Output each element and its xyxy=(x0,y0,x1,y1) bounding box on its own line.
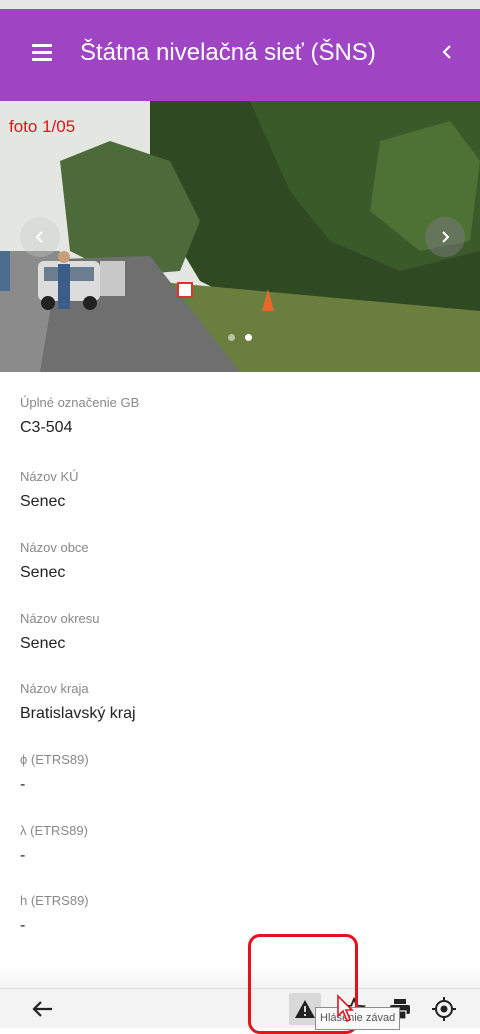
field-district: Názov okresu Senec xyxy=(20,610,99,655)
field-value: Senec xyxy=(20,564,66,581)
field-label: Názov kraja xyxy=(20,681,89,696)
roadside-photo xyxy=(0,101,480,372)
field-label: Úplné označenie GB xyxy=(20,395,140,410)
field-value: Senec xyxy=(20,493,66,510)
field-h-etrs89: h (ETRS89) - xyxy=(20,892,89,937)
bottom-toolbar xyxy=(0,988,480,1028)
locate-button[interactable] xyxy=(428,993,460,1025)
field-label: h (ETRS89) xyxy=(20,893,89,908)
back-arrow-icon[interactable] xyxy=(30,997,56,1021)
field-ku-name: Názov KÚ Senec xyxy=(20,468,79,513)
field-value: Bratislavský kraj xyxy=(20,705,136,722)
page-title: Štátna nivelačná sieť (ŠNS) xyxy=(80,39,376,66)
field-value: Senec xyxy=(20,635,66,652)
field-phi-etrs89: ϕ (ETRS89) - xyxy=(20,751,89,796)
menu-icon[interactable] xyxy=(30,42,54,62)
field-value: - xyxy=(20,776,26,793)
app-bar: Štátna nivelačná sieť (ŠNS) xyxy=(0,9,480,101)
carousel-dot[interactable] xyxy=(228,334,235,341)
field-value: - xyxy=(20,917,26,934)
locate-icon xyxy=(432,997,456,1021)
scroll-fade xyxy=(0,968,480,988)
field-value: C3-504 xyxy=(20,419,73,436)
field-gb-code: Úplné označenie GB C3-504 xyxy=(20,394,139,439)
chevron-right-icon xyxy=(442,231,450,243)
status-strip xyxy=(0,0,480,9)
field-label: ϕ (ETRS89) xyxy=(20,752,89,767)
field-lambda-etrs89: λ (ETRS89) - xyxy=(20,822,88,867)
photo-gallery[interactable]: foto 1/05 xyxy=(0,101,480,372)
field-value: - xyxy=(20,847,26,864)
field-municipality: Názov obce Senec xyxy=(20,539,89,584)
field-label: λ (ETRS89) xyxy=(20,823,88,838)
chevron-left-icon[interactable] xyxy=(436,39,458,65)
carousel-dots xyxy=(228,334,252,341)
field-label: Názov okresu xyxy=(20,611,100,626)
prev-photo-button[interactable] xyxy=(20,217,60,257)
chevron-left-icon xyxy=(35,231,43,243)
next-photo-button[interactable] xyxy=(425,217,465,257)
carousel-dot-active[interactable] xyxy=(245,334,252,341)
field-label: Názov KÚ xyxy=(20,469,79,484)
field-label: Názov obce xyxy=(20,540,89,555)
report-defect-tooltip: Hlásenie závad xyxy=(315,1007,401,1030)
mouse-pointer-icon xyxy=(337,994,354,1023)
photo-counter: foto 1/05 xyxy=(9,117,76,136)
field-region: Názov kraja Bratislavský kraj xyxy=(20,680,136,725)
